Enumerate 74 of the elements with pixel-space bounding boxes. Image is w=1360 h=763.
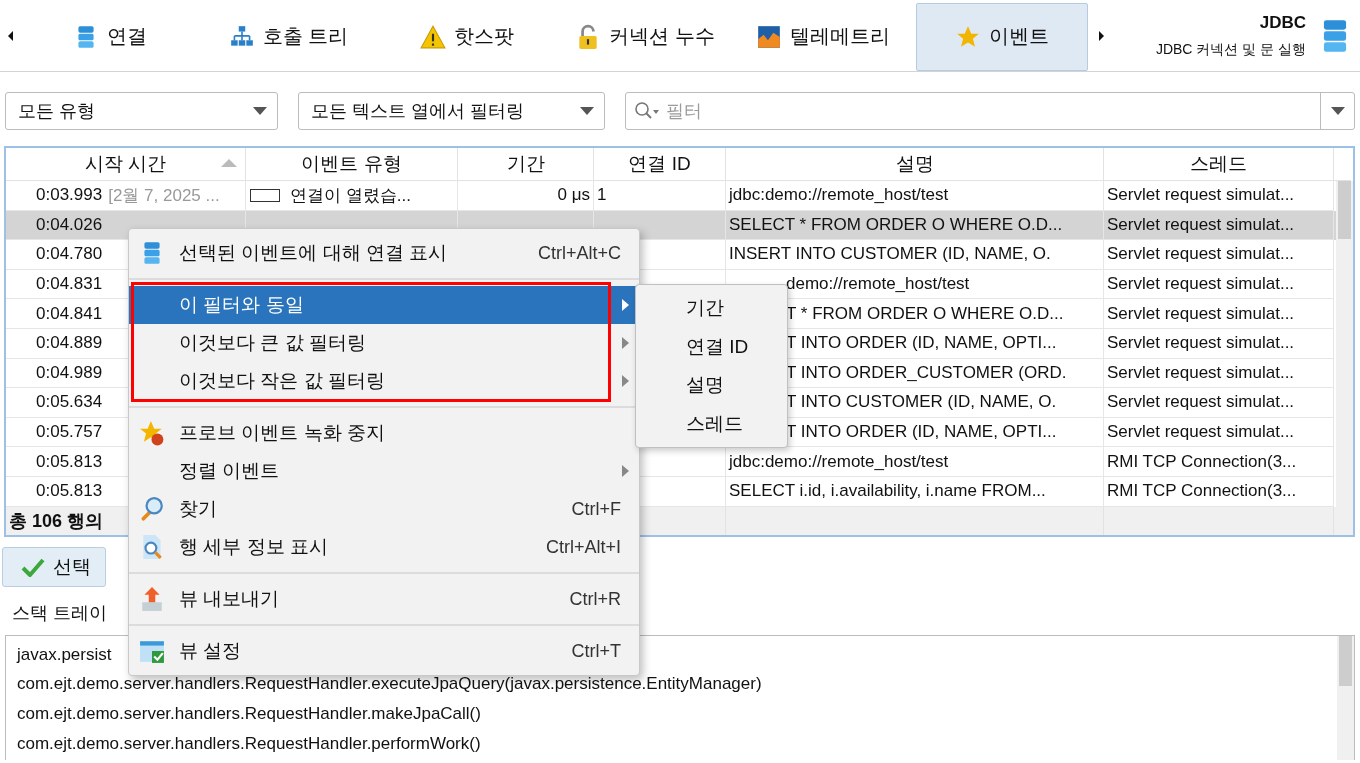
start-time: 0:05.757 bbox=[36, 422, 103, 443]
table-cell: SELECT i.id, i.availability, i.name FROM... bbox=[726, 476, 1104, 507]
table-cell: Servlet request simulat... bbox=[1104, 328, 1334, 359]
column-header[interactable]: 스레드 bbox=[1104, 148, 1334, 181]
start-time: 0:04.831 bbox=[36, 274, 103, 295]
start-time: 0:05.813 bbox=[36, 451, 103, 472]
view-tab[interactable]: 텔레메트리 bbox=[737, 2, 910, 71]
table-cell: Servlet request simulat... bbox=[1104, 181, 1334, 211]
start-time: 0:05.813 bbox=[36, 481, 103, 502]
view-tab[interactable]: 연결 bbox=[24, 2, 197, 71]
shortcut: Ctrl+T bbox=[571, 640, 621, 662]
menu-item[interactable]: 뷰 내보내기 Ctrl+R bbox=[129, 580, 639, 618]
start-time: 0:05.634 bbox=[36, 392, 103, 413]
shortcut: Ctrl+R bbox=[569, 588, 621, 610]
column-header[interactable]: 이벤트 유형 bbox=[246, 148, 458, 181]
search-icon bbox=[139, 496, 165, 522]
scroll-right-icon[interactable] bbox=[1099, 30, 1104, 41]
start-time: 0:03.993 bbox=[36, 185, 103, 206]
start-time: 0:04.889 bbox=[36, 333, 103, 354]
table-cell: RMI TCP Connection(3... bbox=[1104, 447, 1334, 477]
column-header[interactable]: 연결 ID bbox=[594, 148, 726, 181]
menu-item[interactable]: 프로브 이벤트 녹화 중지 bbox=[129, 414, 639, 452]
vertical-scrollbar[interactable] bbox=[1337, 635, 1354, 760]
table-cell: Servlet request simulat... bbox=[1104, 388, 1334, 418]
section-subtitle: JDBC 커넥션 및 문 실행 bbox=[1155, 40, 1306, 59]
table-cell: Servlet request simulat... bbox=[1104, 417, 1334, 448]
table-cell: INSERT INTO CUSTOMER (ID, NAME, O. bbox=[726, 240, 1104, 270]
date-text: [2월 7, 2025 ... bbox=[108, 184, 220, 207]
column-header[interactable]: 기간 bbox=[458, 148, 594, 181]
stack-frame[interactable]: com.ejt.demo.server.handlers.RequestHandler.makeJpaCall() bbox=[17, 698, 481, 729]
menu-item[interactable]: 선택된 이벤트에 대해 연결 표시 Ctrl+Alt+C bbox=[129, 234, 639, 272]
table-cell: Servlet request simulat... bbox=[1104, 269, 1334, 300]
column-header[interactable]: 시작 시간 bbox=[6, 148, 246, 181]
menu-item[interactable]: 뷰 설정 Ctrl+T bbox=[129, 632, 639, 670]
select-button[interactable]: 선택 bbox=[2, 546, 106, 587]
shortcut: Ctrl+F bbox=[571, 498, 621, 520]
view-tab[interactable]: 커넥션 누수 bbox=[559, 2, 732, 71]
search-icon bbox=[634, 101, 660, 121]
shortcut: Ctrl+Alt+I bbox=[545, 536, 621, 558]
table-cell: SELECT * FROM ORDER O WHERE O.D... bbox=[726, 210, 1104, 241]
start-time: 0:04.026 bbox=[36, 214, 103, 235]
table-cell: Servlet request simulat... bbox=[1104, 210, 1334, 241]
menu-item[interactable]: 정렬 이벤트 bbox=[129, 452, 639, 490]
view-tab[interactable]: 이벤트 bbox=[915, 2, 1088, 71]
view-tab[interactable]: 호출 트리 bbox=[202, 2, 375, 71]
start-time: 0:04.841 bbox=[36, 303, 103, 324]
scroll-left-icon[interactable] bbox=[8, 30, 13, 41]
column-header[interactable]: 설명 bbox=[726, 148, 1104, 181]
scrollbar-thumb[interactable] bbox=[1339, 635, 1352, 686]
section-title: JDBC bbox=[1259, 12, 1306, 33]
column-dropdown[interactable]: 모든 텍스트 열에서 필터링 bbox=[298, 92, 605, 130]
type-dropdown[interactable]: 모든 유형 bbox=[5, 92, 278, 130]
start-time: 0:04.989 bbox=[36, 362, 103, 383]
warning-icon bbox=[419, 23, 446, 50]
star-stop-icon bbox=[139, 420, 165, 446]
vertical-scrollbar[interactable] bbox=[1336, 181, 1353, 507]
export-icon bbox=[139, 586, 165, 612]
table-cell: 1 bbox=[594, 181, 726, 211]
stack-frame[interactable]: javax.persist bbox=[17, 639, 112, 670]
scrollbar-thumb[interactable] bbox=[1338, 181, 1351, 239]
view-tab[interactable]: 핫스팟 bbox=[380, 2, 553, 71]
shortcut: Ctrl+Alt+C bbox=[537, 242, 621, 264]
table-cell: RMI TCP Connection(3... bbox=[1104, 476, 1334, 507]
table-cell: Servlet request simulat... bbox=[1104, 299, 1334, 329]
table-cell: 0 μs bbox=[458, 181, 594, 211]
table-cell: Servlet request simulat... bbox=[1104, 240, 1334, 270]
window-check-icon bbox=[139, 638, 165, 664]
table-cell: jdbc:demo://remote_host/test bbox=[726, 181, 1104, 211]
stack-trace-label: 스택 트레이 bbox=[12, 601, 108, 625]
start-time: 0:04.780 bbox=[36, 244, 103, 265]
stack-frame[interactable]: com.ejt.demo.server.handlers.RequestHandler.performWork() bbox=[17, 728, 481, 759]
chart-icon bbox=[756, 23, 783, 50]
event-type: 연결이 열렸습... bbox=[290, 184, 411, 207]
table-cell: Servlet request simulat... bbox=[1104, 358, 1334, 389]
